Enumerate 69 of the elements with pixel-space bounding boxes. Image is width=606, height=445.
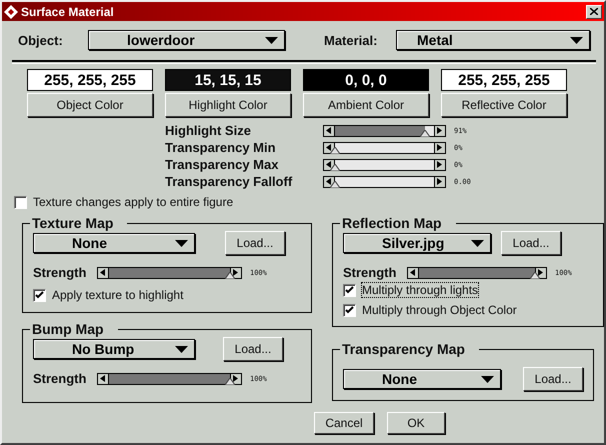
dropdown-arrow-icon	[471, 240, 484, 246]
close-button[interactable]	[586, 4, 602, 18]
dropdown-arrow-icon	[570, 36, 583, 44]
slider[interactable]	[323, 142, 446, 154]
window-title: Surface Material	[21, 4, 115, 18]
group-title: Bump Map	[31, 321, 105, 337]
dropdown-arrow-icon	[265, 36, 278, 44]
slider[interactable]	[323, 124, 446, 136]
checkbox-label: Multiply through lights	[362, 283, 478, 297]
color-swatch: 255, 255, 255	[441, 69, 567, 91]
load-button[interactable]: Load...	[523, 367, 583, 391]
dropdown-arrow-icon	[481, 376, 494, 382]
cancel-button[interactable]: Cancel	[314, 412, 374, 434]
object-label: Object:	[17, 32, 64, 48]
color-button[interactable]: Highlight Color	[165, 93, 291, 117]
dropdown[interactable]: None	[33, 233, 195, 253]
strength-label: Strength	[33, 371, 88, 386]
dropdown[interactable]: Silver.jpg	[343, 233, 491, 253]
checkbox-label: Texture changes apply to entire figure	[33, 195, 234, 209]
material-label: Material:	[323, 32, 378, 48]
dropdown[interactable]: lowerdoor	[88, 30, 285, 50]
group-title: Texture Map	[31, 215, 114, 231]
color-button[interactable]: Ambient Color	[303, 93, 429, 117]
color-swatch: 0, 0, 0	[303, 69, 429, 91]
close-icon	[590, 8, 598, 15]
slider-thumb[interactable]	[225, 272, 235, 278]
right-arrow-icon[interactable]	[434, 176, 445, 186]
dropdown[interactable]: Metal	[396, 30, 590, 50]
slider-thumb[interactable]	[420, 130, 430, 136]
dropdown-arrow-icon	[175, 240, 188, 246]
slider[interactable]	[407, 266, 547, 278]
slider-thumb[interactable]	[225, 378, 235, 384]
group-title: Reflection Map	[341, 215, 443, 231]
slider-thumb[interactable]	[530, 272, 540, 278]
slider[interactable]	[323, 176, 446, 188]
app-logo-icon	[4, 4, 18, 18]
slider[interactable]	[97, 266, 242, 278]
checkbox[interactable]	[14, 196, 27, 208]
checkbox[interactable]	[343, 304, 356, 316]
color-button[interactable]: Reflective Color	[441, 93, 567, 117]
dropdown[interactable]: No Bump	[33, 339, 195, 359]
slider-thumb[interactable]	[330, 146, 340, 154]
strength-label: Strength	[343, 265, 398, 280]
checkbox-label: Apply texture to highlight	[52, 288, 184, 302]
property-label: Transparency Max	[165, 157, 280, 172]
color-swatch: 255, 255, 255	[27, 69, 153, 91]
load-button[interactable]: Load...	[225, 231, 285, 255]
load-button[interactable]: Load...	[223, 337, 283, 361]
ok-button[interactable]: OK	[387, 412, 445, 434]
checkbox[interactable]	[343, 284, 356, 296]
group-title: Transparency Map	[341, 341, 466, 357]
checkbox-label: Multiply through Object Color	[362, 303, 517, 317]
slider-thumb[interactable]	[330, 180, 340, 188]
dropdown[interactable]: None	[343, 369, 501, 389]
color-button[interactable]: Object Color	[27, 93, 153, 117]
property-label: Transparency Falloff	[165, 174, 294, 189]
right-arrow-icon[interactable]	[434, 126, 445, 136]
right-arrow-icon[interactable]	[434, 142, 445, 152]
load-button[interactable]: Load...	[501, 231, 561, 255]
strength-label: Strength	[33, 265, 88, 280]
property-label: Transparency Min	[165, 140, 277, 155]
slider-thumb[interactable]	[330, 164, 340, 170]
color-swatch: 15, 15, 15	[165, 69, 291, 91]
right-arrow-icon[interactable]	[434, 160, 445, 170]
dropdown-arrow-icon	[175, 346, 188, 352]
slider[interactable]	[323, 158, 446, 170]
property-label: Highlight Size	[165, 123, 252, 138]
checkbox[interactable]	[33, 288, 46, 302]
slider[interactable]	[97, 372, 242, 384]
